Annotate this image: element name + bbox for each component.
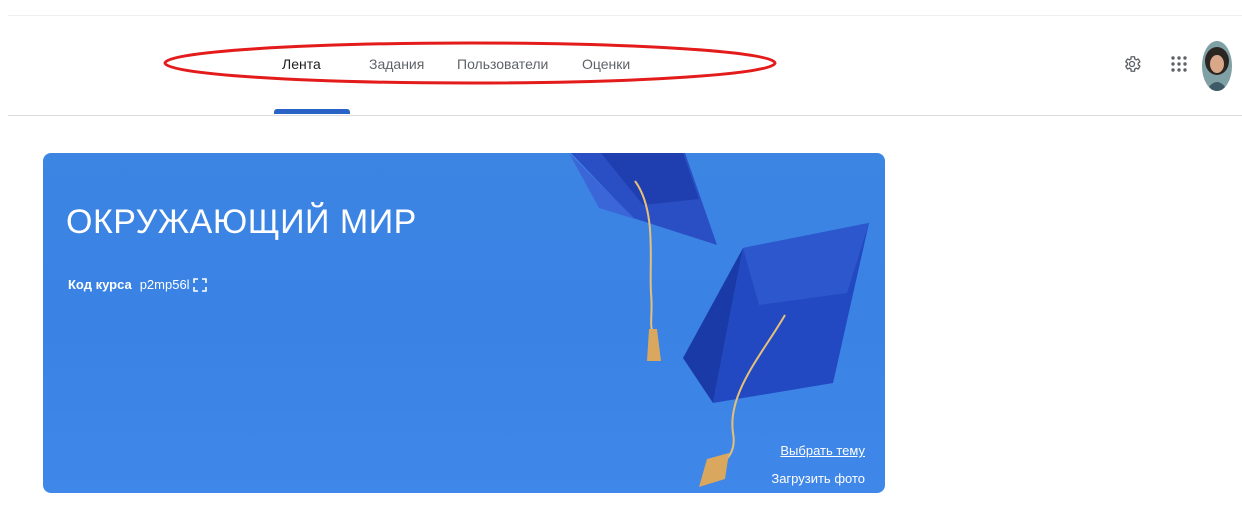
gear-icon xyxy=(1125,56,1141,72)
avatar[interactable] xyxy=(1202,41,1232,91)
user-avatar-image xyxy=(1202,41,1232,91)
classroom-page: Лента Задания Пользователи Оценки ОКРУЖА… xyxy=(0,0,1242,518)
active-tab-indicator xyxy=(274,109,350,114)
tab-grades[interactable]: Оценки xyxy=(582,56,630,72)
choose-theme-link[interactable]: Выбрать тему xyxy=(780,443,865,458)
settings-button[interactable] xyxy=(1119,51,1145,77)
course-code-row: Код курса p2mp56l xyxy=(68,277,207,292)
tab-people[interactable]: Пользователи xyxy=(457,56,548,72)
apps-grid-icon xyxy=(1171,56,1187,72)
course-tab-bar: Лента Задания Пользователи Оценки xyxy=(0,40,1242,116)
tab-classwork[interactable]: Задания xyxy=(369,56,424,72)
course-banner: ОКРУЖАЮЩИЙ МИР Код курса p2mp56l Выбрать… xyxy=(43,153,885,493)
tab-stream[interactable]: Лента xyxy=(282,56,321,72)
apps-button[interactable] xyxy=(1166,51,1192,77)
expand-code-button[interactable] xyxy=(192,277,207,292)
course-code-value: p2mp56l xyxy=(139,277,190,292)
top-divider xyxy=(8,15,1242,16)
nav-divider xyxy=(8,115,1242,116)
fullscreen-icon xyxy=(192,277,207,292)
upload-photo-link[interactable]: Загрузить фото xyxy=(771,471,865,486)
course-title: ОКРУЖАЮЩИЙ МИР xyxy=(66,203,417,241)
course-code-label: Код курса xyxy=(68,277,132,292)
